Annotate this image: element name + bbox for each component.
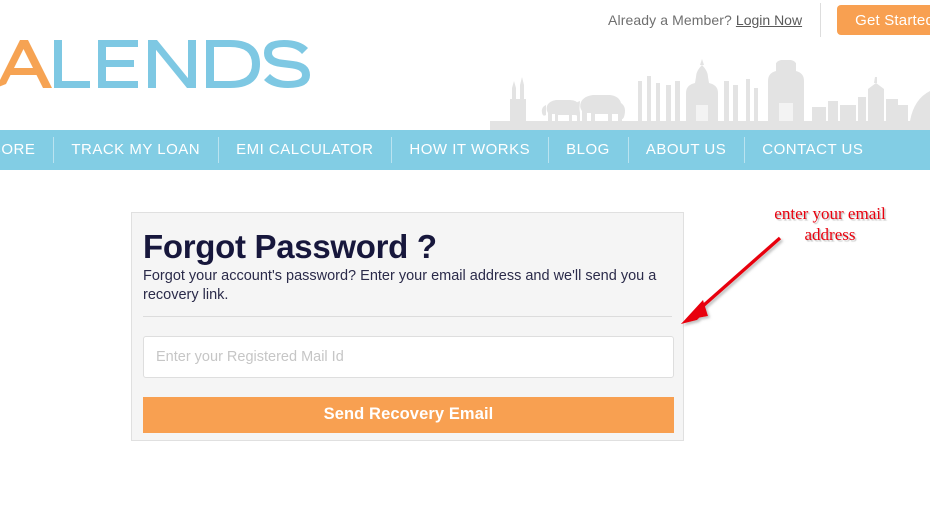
header-topbar: Already a Member? Login Now Get Started: [608, 0, 930, 40]
main-navigation: CORE TRACK MY LOAN EMI CALCULATOR HOW IT…: [0, 130, 930, 170]
annotation-label: enter your email address: [774, 204, 886, 245]
nav-item-about-us[interactable]: ABOUT US: [627, 130, 744, 170]
login-now-link[interactable]: Login Now: [736, 12, 802, 28]
card-description: Forgot your account's password? Enter yo…: [143, 267, 657, 303]
topbar-divider: [820, 3, 822, 37]
nav-item-blog[interactable]: BLOG: [548, 130, 628, 170]
nav-item-how-it-works[interactable]: HOW IT WORKS: [391, 130, 548, 170]
nav-item-track-my-loan[interactable]: TRACK MY LOAN: [53, 130, 218, 170]
nav-item-contact-us[interactable]: CONTACT US: [744, 130, 881, 170]
page-title: Forgot Password ?: [143, 228, 437, 265]
card-divider: [143, 315, 672, 317]
card-content: Forgot Password ? Forgot your account's …: [132, 213, 683, 433]
city-skyline-illustration: [490, 55, 930, 130]
forgot-password-card: Forgot Password ? Forgot your account's …: [131, 212, 684, 441]
nav-item-core[interactable]: CORE: [0, 130, 53, 170]
member-prompt-text: Already a Member?: [608, 12, 732, 28]
get-started-button[interactable]: Get Started: [837, 5, 930, 35]
nav-item-emi-calculator[interactable]: EMI CALCULATOR: [218, 130, 391, 170]
site-header: Already a Member? Login Now Get Started: [0, 0, 930, 130]
annotation-overlay: enter your email address: [675, 198, 930, 338]
email-input[interactable]: [143, 335, 674, 378]
annotation-arrow: [681, 236, 782, 324]
send-recovery-email-button[interactable]: Send Recovery Email: [143, 396, 674, 433]
alends-logo[interactable]: [0, 36, 312, 92]
